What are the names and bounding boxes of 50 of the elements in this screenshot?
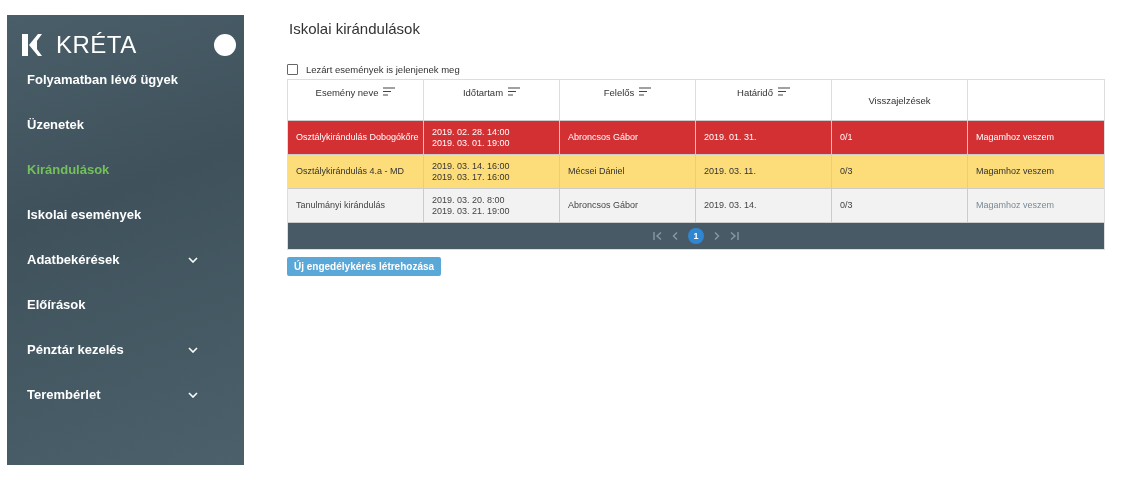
sidebar-item[interactable]: Előírások xyxy=(7,282,244,327)
sort-icon[interactable] xyxy=(639,87,652,96)
table-cell-text: 2019. 03. 20. 8:00 xyxy=(432,194,506,206)
table-cell-text: 2019. 03. 17. 16:00 xyxy=(432,171,511,183)
table-row[interactable]: Osztálykirándulás Dobogókőre 2019. 02. 28. 14:00 2019. 03. 01. 19:00 Abroncsos Gábor 2019. 01. 31. 0/1 Magamhoz veszem xyxy=(288,121,1104,155)
header-label: Felelős xyxy=(603,87,635,98)
take-over-link[interactable]: Magamhoz veszem xyxy=(976,132,1104,143)
avatar[interactable] xyxy=(214,34,236,56)
table-cell-text: 2019. 02. 28. 14:00 xyxy=(432,126,511,138)
table-cell-text: Osztálykirándulás 4.a - MD xyxy=(296,166,406,177)
table-row[interactable]: Osztálykirándulás 4.a - MD 2019. 03. 14. 16:00 2019. 03. 17. 16:00 Mécsei Dániel 2019. 03. 11. 0/3 Magamhoz veszem xyxy=(288,155,1104,189)
sidebar-item[interactable]: Adatbekérések xyxy=(7,237,244,282)
sort-icon[interactable] xyxy=(508,87,521,96)
chevron-down-icon xyxy=(188,256,198,263)
chevron-down-icon xyxy=(188,346,198,353)
header-label: Határidő xyxy=(737,87,773,98)
table-cell-text: 2019. 03. 14. xyxy=(704,200,758,211)
table-cell-text: Abroncsos Gábor xyxy=(568,200,640,211)
sidebar-item[interactable]: Kirándulások xyxy=(7,147,244,192)
checkbox-label: Lezárt események is jelenjenek meg xyxy=(306,64,460,75)
take-over-link[interactable]: Magamhoz veszem xyxy=(976,166,1104,177)
table-cell-text: 0/1 xyxy=(840,132,854,143)
table-cell-text: Abroncsos Gábor xyxy=(568,132,640,143)
sidebar-item[interactable]: Üzenetek xyxy=(7,102,244,147)
sort-icon[interactable] xyxy=(383,87,396,96)
chevron-down-icon xyxy=(188,391,198,398)
sort-icon[interactable] xyxy=(777,87,790,96)
sidebar-item[interactable]: Iskolai események xyxy=(7,192,244,237)
sidebar-item[interactable]: Folyamatban lévő ügyek xyxy=(7,57,244,102)
table-cell-text: 0/3 xyxy=(840,166,854,177)
table-cell-text: 2019. 03. 21. 19:00 xyxy=(432,205,511,217)
table-cell-text: 2019. 03. 11. xyxy=(704,166,757,177)
page-title: Iskolai kirándulások xyxy=(289,20,421,37)
logo-icon xyxy=(22,34,42,56)
table-cell-text: 0/3 xyxy=(840,200,854,211)
checkbox[interactable] xyxy=(287,64,298,75)
table-cell-text: Tanulmányi kirándulás xyxy=(296,200,387,211)
table-cell-text: 2019. 03. 14. 16:00 xyxy=(432,160,511,172)
sidebar-item[interactable]: Pénztár kezelés xyxy=(7,327,244,372)
header-label: Időtartam xyxy=(462,87,504,98)
table-row[interactable]: Tanulmányi kirándulás 2019. 03. 20. 8:00 2019. 03. 21. 19:00 Abroncsos Gábor 2019. 03. 14. 0/3 Magamhoz veszem xyxy=(288,189,1104,223)
table-cell-text: 2019. 01. 31. xyxy=(704,132,758,143)
sidebar-item[interactable]: Terembérlet xyxy=(7,372,244,417)
page-button[interactable]: 1 xyxy=(688,228,704,244)
header-label: Esemény neve xyxy=(315,87,379,98)
header-label: Visszajelzések xyxy=(868,94,931,106)
table-cell-text: Osztálykirándulás Dobogókőre xyxy=(296,132,420,143)
table-cell-text: 2019. 03. 01. 19:00 xyxy=(432,137,511,149)
table-cell-text: Mécsei Dániel xyxy=(568,166,626,177)
logo-text: KRÉTA xyxy=(56,31,138,59)
